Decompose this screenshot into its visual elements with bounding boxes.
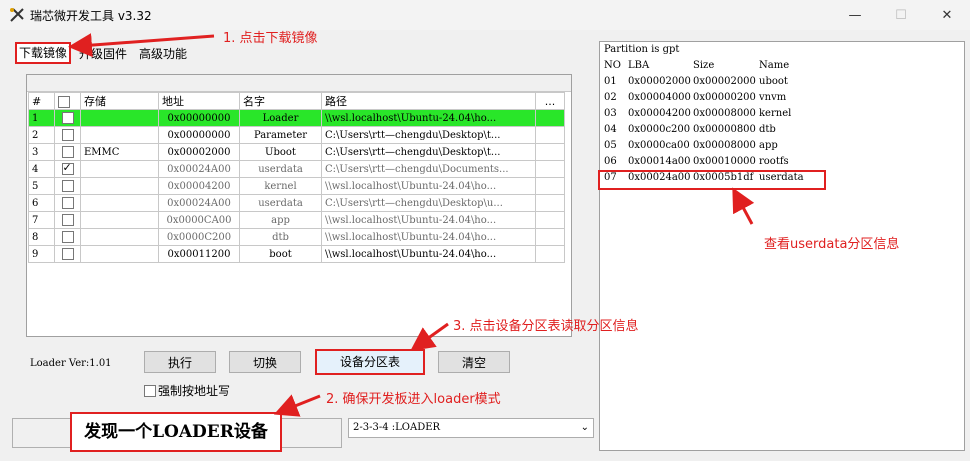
arrow-step3 bbox=[410, 322, 449, 351]
arrow-userdata bbox=[732, 187, 755, 225]
arrow-step2 bbox=[273, 394, 321, 417]
arrow-step1 bbox=[68, 33, 215, 58]
annotation-arrows bbox=[68, 33, 755, 417]
